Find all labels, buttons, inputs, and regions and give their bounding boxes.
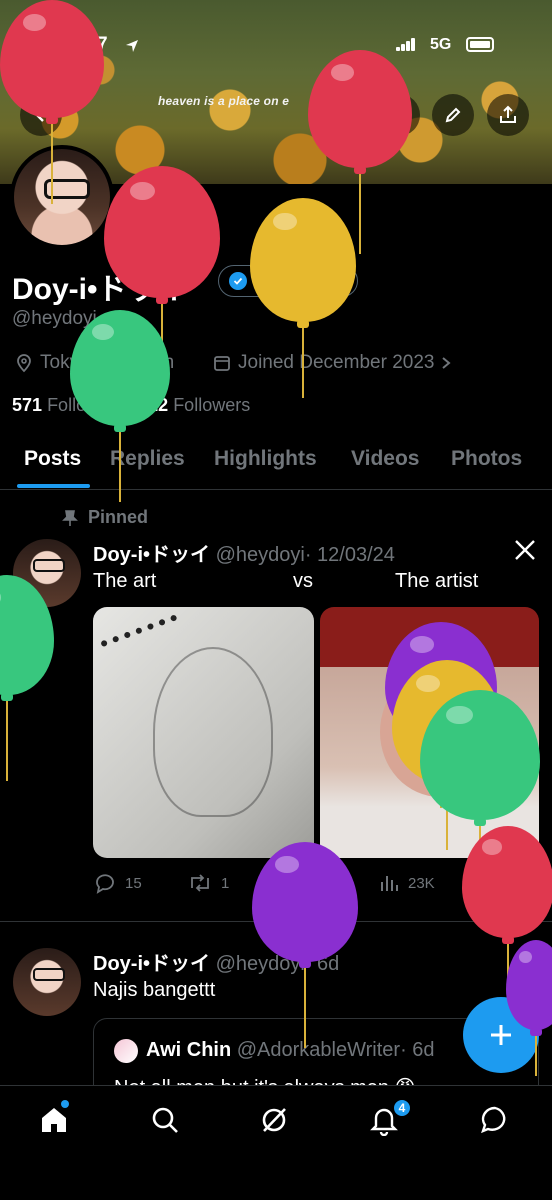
active-tab-indicator [17,484,90,488]
network-type: 5G [430,36,452,53]
post-date[interactable]: · 12/03/24 [305,544,395,566]
post-avatar[interactable] [13,539,81,607]
banner-caption: heaven is a place on e [158,94,290,108]
tab-photos[interactable]: Photos [451,447,522,471]
post-image-artist[interactable] [320,607,539,858]
profile-name: Doy-i•ドッイ [12,273,188,306]
views-chart-icon [381,876,398,891]
post-image-art[interactable] [93,607,314,858]
status-time: 12.47 [60,34,108,55]
post-author-name[interactable]: Doy-i•ドッイ [93,544,210,566]
reply-count: 15 [125,874,142,892]
chevron-right-icon [442,357,452,369]
profile-handle: @heydoyi [12,308,97,329]
profile-joined[interactable]: Joined December 2023 [212,352,452,374]
search-icon [390,106,408,124]
back-button[interactable] [20,94,62,136]
location-pin-icon [17,354,31,373]
tab-replies[interactable]: Replies [110,447,185,471]
grok-icon [335,107,351,123]
messages-icon[interactable] [479,1104,511,1136]
profile-location: Tokyo-to, Japan [14,352,174,374]
quote-header: Awi Chin @AdorkableWriter· 6d [146,1039,435,1062]
tab-highlights[interactable]: Highlights [214,447,317,471]
share-icon [500,105,516,123]
post-header: Doy-i•ドッイ @heydoyi· 6d [93,947,339,976]
pencil-sketch [153,647,273,817]
post-author-name[interactable]: Doy-i•ドッイ [93,953,210,975]
plus-icon [491,1025,511,1045]
bottom-navigation: 4 [0,1085,552,1200]
artist-face [380,667,500,797]
get-verified-label: Get verified [255,272,344,289]
tab-videos[interactable]: Videos [351,447,419,471]
like-count: 54 [314,874,331,892]
profile-tabs: Posts Replies Highlights Videos Photos [0,440,552,490]
search-nav-icon[interactable] [149,1104,181,1136]
repost-icon [191,874,209,892]
follow-counts: 571 Following 822 Followers [12,395,250,416]
compose-button[interactable] [463,997,539,1073]
followers-count: 822 [138,395,169,415]
profile-avatar[interactable] [10,145,114,249]
verified-badge-icon [229,272,247,290]
heart-icon [285,875,303,893]
post-header: Doy-i•ドッイ @heydoyi· 12/03/24 [93,538,395,567]
views-count: 23K [408,874,435,892]
views-action[interactable]: 23K [378,872,435,894]
calendar-icon [214,356,230,371]
grok-button[interactable] [322,94,364,136]
post-text-left: The art [93,570,157,592]
quote-author-name: Awi Chin [146,1039,232,1061]
post-date[interactable]: · 6d [305,953,339,975]
home-icon[interactable] [38,1104,70,1136]
edit-button[interactable] [432,94,474,136]
post-author-handle[interactable]: @heydoyi [216,544,305,566]
pinned-label: Pinned [62,507,148,528]
location-arrow-icon [126,40,138,52]
home-notification-dot [61,1100,69,1108]
post-author-handle[interactable]: @heydoyi [216,953,305,975]
battery-icon [466,37,494,52]
post-divider [0,921,552,922]
share-post-icon[interactable] [515,874,535,894]
signal-icon [396,38,416,51]
back-arrow-icon [35,108,44,122]
reply-icon [96,874,114,894]
quote-date: · 6d [400,1039,435,1061]
pin-icon [62,509,78,526]
following-label: Following [47,395,124,415]
post-text-right: The artist [395,570,479,592]
status-bar: 12.47 5G [0,30,552,60]
like-action[interactable]: 54 [282,872,331,894]
share-button[interactable] [487,94,529,136]
reply-action[interactable]: 15 [93,872,142,894]
following-count: 571 [12,395,43,415]
pinned-text: Pinned [88,507,149,527]
get-verified-button[interactable]: Get verified [218,265,359,297]
post-avatar[interactable] [13,948,81,1016]
location-text: Tokyo-to, Japan [40,352,175,373]
followers-label: Followers [173,395,251,415]
post-text: Najis bangettt [93,979,216,1001]
notification-badge: 4 [392,1098,412,1118]
joined-text: Joined December 2023 [238,352,435,373]
bookmark-icon[interactable] [472,874,492,894]
search-button[interactable] [378,94,420,136]
post-text-mid: vs [293,570,313,592]
quote-author-handle: @AdorkableWriter [236,1039,401,1061]
repost-action[interactable]: 1 [187,872,229,894]
repost-count: 1 [221,874,230,892]
tab-posts[interactable]: Posts [24,447,81,471]
notebook-spiral [100,614,186,670]
x-logo-icon [515,540,535,560]
following-link[interactable]: 571 Following [12,395,123,415]
pencil-icon [445,107,461,123]
quote-avatar [114,1039,138,1063]
followers-link[interactable]: 822 Followers [138,395,250,415]
grok-nav-icon[interactable] [258,1104,290,1136]
